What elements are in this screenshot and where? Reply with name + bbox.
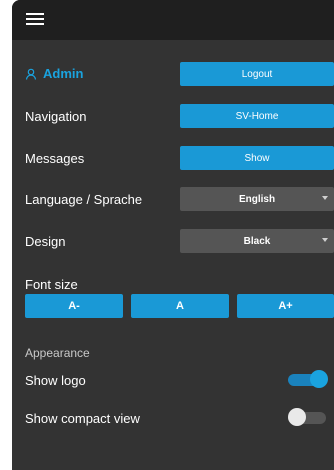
messages-button[interactable]: Show xyxy=(180,146,334,170)
top-bar xyxy=(12,0,334,40)
font-size-label: Font size xyxy=(25,277,78,292)
design-select[interactable]: Black xyxy=(180,229,334,253)
user-icon xyxy=(25,68,37,80)
design-label: Design xyxy=(25,234,66,249)
font-reset-button[interactable]: A xyxy=(131,294,229,318)
admin-user: Admin xyxy=(25,66,83,81)
language-select[interactable]: English xyxy=(180,187,334,211)
language-label: Language / Sprache xyxy=(25,192,143,207)
hamburger-icon[interactable] xyxy=(26,12,44,26)
font-decrease-button[interactable]: A- xyxy=(25,294,123,318)
design-value: Black xyxy=(243,235,271,247)
messages-label: Messages xyxy=(25,151,85,166)
chevron-down-icon xyxy=(322,196,328,200)
navigation-button[interactable]: SV-Home xyxy=(180,104,334,128)
compact-view-label: Show compact view xyxy=(25,411,140,426)
logout-button[interactable]: Logout xyxy=(180,62,334,86)
settings-panel: Admin Logout Navigation SV-Home Messages… xyxy=(12,0,334,470)
chevron-down-icon xyxy=(322,238,328,242)
show-logo-label: Show logo xyxy=(25,373,86,388)
font-increase-button[interactable]: A+ xyxy=(237,294,334,318)
navigation-label: Navigation xyxy=(25,109,87,124)
compact-view-toggle[interactable] xyxy=(288,408,328,426)
toggle-knob xyxy=(310,370,328,388)
show-logo-toggle[interactable] xyxy=(288,370,328,388)
language-value: English xyxy=(238,193,276,205)
admin-label: Admin xyxy=(43,66,84,81)
appearance-heading: Appearance xyxy=(25,346,90,360)
toggle-knob xyxy=(288,408,306,426)
